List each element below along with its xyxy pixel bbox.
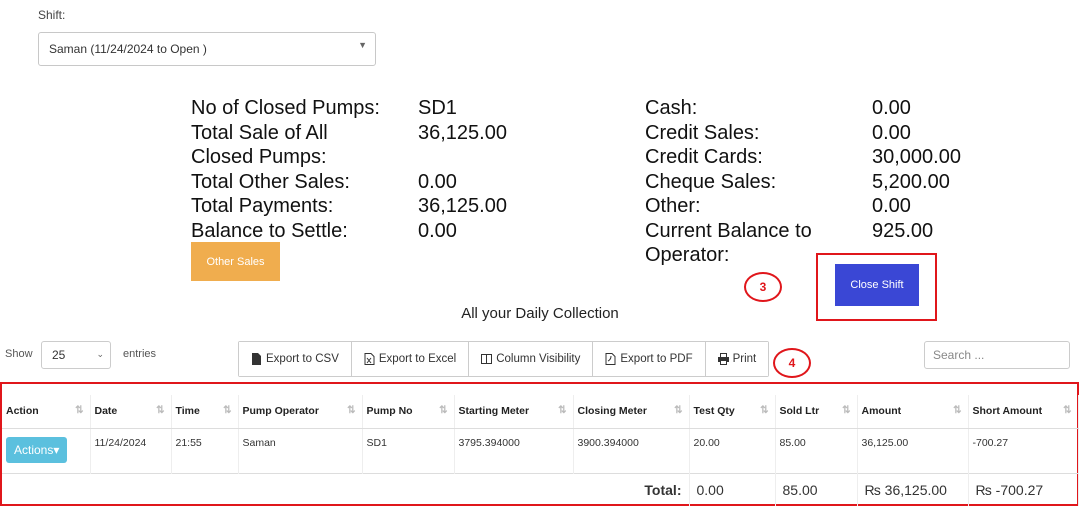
sort-icon: ⇅: [842, 405, 851, 416]
summary-label: No of Closed Pumps:: [191, 97, 380, 119]
close-shift-button[interactable]: Close Shift: [835, 264, 919, 306]
shift-select[interactable]: Saman (11/24/2024 to Open ) ▼: [38, 32, 376, 66]
col-header-sold-ltr[interactable]: Sold Ltr ⇅: [775, 395, 858, 429]
export-pdf-button[interactable]: Export to PDF: [593, 342, 706, 376]
export-excel-button[interactable]: Export to Excel: [351, 342, 470, 376]
file-icon: [252, 353, 261, 365]
export-excel-label: Export to Excel: [378, 353, 457, 365]
summary-label: Cash:: [645, 97, 698, 119]
table-header-row: Action ⇅ Date ⇅ Time ⇅ Pump Operator ⇅ Pump …: [2, 395, 1079, 429]
col-header-pump-no[interactable]: Pump No ⇅: [362, 395, 455, 429]
total-short-amount: ₨ -700.27: [968, 472, 1079, 506]
search-input[interactable]: [924, 341, 1070, 369]
summary-value: 0.00: [872, 195, 911, 217]
chevron-down-icon: ⌄: [96, 349, 104, 359]
shift-label: Shift:: [38, 8, 66, 22]
sort-icon: ⇅: [156, 405, 165, 416]
sort-icon: ⇅: [347, 405, 356, 416]
cell-short-amount: -700.27: [968, 428, 1079, 473]
export-csv-label: Export to CSV: [266, 353, 339, 365]
print-label: Print: [732, 353, 757, 365]
cell-amount: 36,125.00: [857, 428, 969, 473]
cell-pump-no: SD1: [362, 428, 455, 473]
cell-date: 11/24/2024: [90, 428, 172, 473]
col-header-date[interactable]: Date ⇅: [90, 395, 172, 429]
sort-icon: ⇅: [439, 405, 448, 416]
sort-icon: ⇅: [953, 405, 962, 416]
collection-title: All your Daily Collection: [461, 305, 619, 322]
sort-icon: ⇅: [674, 405, 683, 416]
summary-label: Balance to Settle:: [191, 219, 348, 242]
entries-select[interactable]: 25 ⌄: [41, 341, 111, 369]
col-header-pump-operator[interactable]: Pump Operator ⇅: [238, 395, 363, 429]
cell-operator: Saman: [238, 428, 363, 473]
col-header-amount[interactable]: Amount ⇅: [857, 395, 969, 429]
column-visibility-button[interactable]: Column Visibility: [469, 342, 594, 376]
export-pdf-label: Export to PDF: [620, 353, 693, 365]
summary-value: 36,125.00: [418, 195, 507, 217]
total-amount: ₨ 36,125.00: [857, 472, 969, 506]
collection-table: Action ⇅ Date ⇅ Time ⇅ Pump Operator ⇅ Pump …: [2, 395, 1079, 506]
sort-icon: ⇅: [760, 405, 769, 416]
summary-value: 0.00: [872, 121, 911, 144]
col-header-test-qty[interactable]: Test Qty ⇅: [689, 395, 776, 429]
summary-value: 925.00: [872, 219, 934, 242]
show-label: Show: [5, 348, 33, 360]
export-toolbar: Export to CSV Export to Excel Column Vis…: [238, 341, 770, 377]
summary-label: Current Balance to: [645, 219, 812, 242]
summary-label: Total Other Sales:: [191, 170, 350, 193]
print-button[interactable]: Print: [705, 342, 769, 376]
sort-icon: ⇅: [558, 405, 567, 416]
summary-value: 0.00: [418, 170, 457, 193]
summary-value: 5,200.00: [872, 170, 950, 193]
sort-icon: ⇅: [223, 405, 232, 416]
summary-label: Cheque Sales:: [645, 170, 777, 193]
summary-label: Operator:: [645, 244, 730, 266]
summary-value: SD1: [418, 97, 457, 119]
column-visibility-label: Column Visibility: [496, 353, 581, 365]
summary-value: 0.00: [418, 219, 457, 242]
cell-test-qty: 20.00: [689, 428, 776, 473]
col-header-starting-meter[interactable]: Starting Meter ⇅: [454, 395, 574, 429]
col-header-closing-meter[interactable]: Closing Meter ⇅: [573, 395, 690, 429]
total-label: Total:: [2, 472, 690, 506]
annotation-marker-4: 4: [773, 348, 811, 378]
summary-value: 36,125.00: [418, 121, 507, 144]
summary-value: 0.00: [872, 97, 911, 119]
other-sales-button[interactable]: Other Sales: [191, 242, 280, 281]
entries-label: entries: [123, 348, 157, 360]
cell-time: 21:55: [171, 428, 239, 473]
col-header-time[interactable]: Time ⇅: [171, 395, 239, 429]
total-test-qty: 0.00: [689, 472, 776, 506]
table-row: Actions▾ 11/24/2024 21:55 Saman SD1 3795…: [2, 428, 1079, 473]
summary-label: Credit Sales:: [645, 121, 760, 144]
excel-file-icon: [364, 353, 375, 365]
col-header-short-amount[interactable]: Short Amount ⇅: [968, 395, 1079, 429]
shift-selected-value: Saman (11/24/2024 to Open ): [49, 42, 207, 56]
columns-icon: [481, 354, 493, 364]
col-header-action[interactable]: Action ⇅: [2, 395, 91, 429]
pdf-file-icon: [605, 353, 616, 365]
export-csv-button[interactable]: Export to CSV: [239, 342, 352, 376]
annotation-marker-3: 3: [744, 272, 782, 302]
cell-starting-meter: 3795.394000: [454, 428, 574, 473]
table-total-row: Total: 0.00 85.00 ₨ 36,125.00 ₨ -700.27: [2, 472, 1079, 506]
sort-icon: ⇅: [75, 405, 84, 416]
sort-icon: ⇅: [1063, 405, 1072, 416]
summary-value: 30,000.00: [872, 146, 961, 168]
summary-label: Total Payments:: [191, 195, 334, 217]
cell-closing-meter: 3900.394000: [573, 428, 690, 473]
total-sold-ltr: 85.00: [775, 472, 858, 506]
summary-label: Total Sale of All: [191, 121, 328, 144]
summary-label: Closed Pumps:: [191, 146, 327, 168]
summary-label: Credit Cards:: [645, 146, 763, 168]
entries-value: 25: [52, 348, 66, 362]
cell-sold-ltr: 85.00: [775, 428, 858, 473]
print-icon: [717, 353, 729, 365]
summary-label: Other:: [645, 195, 701, 217]
chevron-down-icon: ▼: [358, 40, 367, 50]
actions-button[interactable]: Actions▾: [6, 436, 68, 463]
